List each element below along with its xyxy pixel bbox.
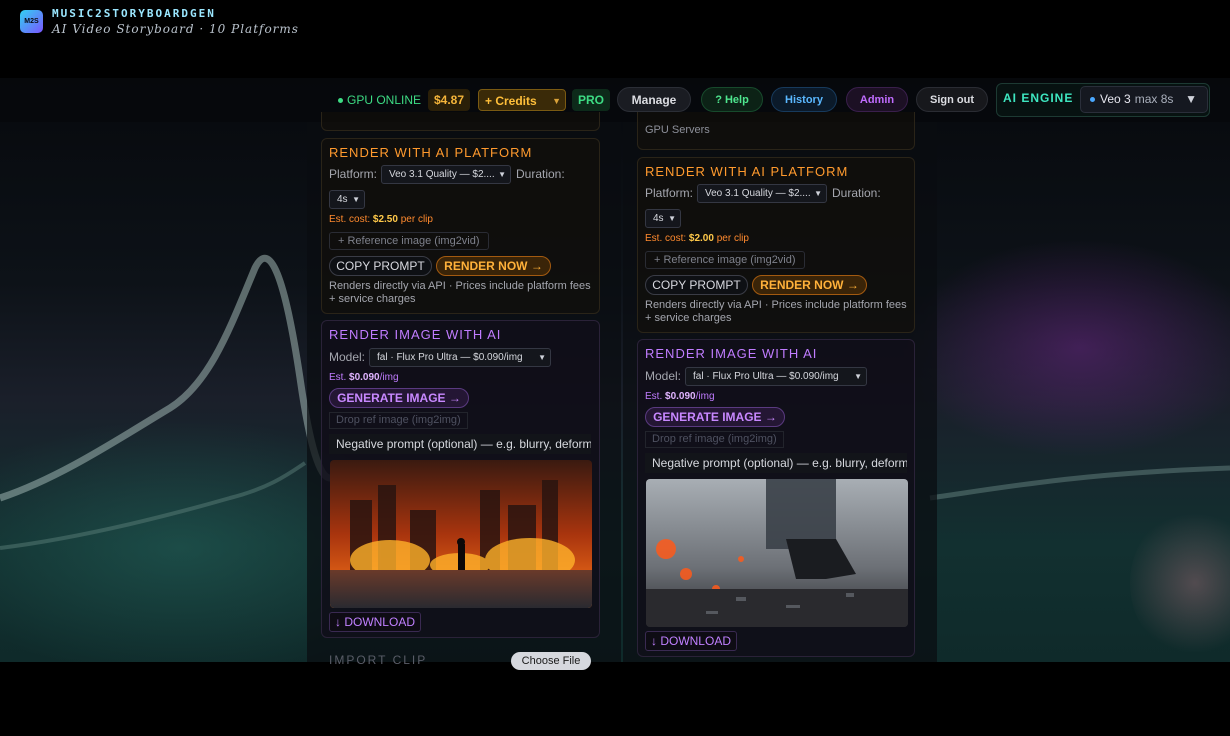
- estimated-cost: Est. cost: $2.00 per clip: [645, 233, 749, 244]
- estimated-image-cost: Est. $0.090/img: [645, 391, 715, 402]
- generate-image-button[interactable]: GENERATE IMAGE →: [329, 388, 469, 408]
- render-now-button[interactable]: RENDER NOW →: [436, 256, 551, 276]
- duration-value: 4s: [337, 194, 348, 205]
- render-note: Renders directly via API · Prices includ…: [645, 299, 907, 324]
- drop-ref-image-zone[interactable]: Drop ref image (img2img): [329, 412, 468, 429]
- chevron-down-icon: ▼: [1185, 92, 1197, 106]
- engine-dot-icon: [1090, 97, 1095, 103]
- copy-prompt-button[interactable]: COPY PROMPT: [329, 256, 432, 276]
- credits-select[interactable]: + Credits ▼: [478, 89, 566, 111]
- duration-select[interactable]: 4s ▼: [329, 190, 365, 209]
- negative-prompt-input[interactable]: Negative prompt (optional) — e.g. blurry…: [645, 453, 907, 473]
- logo-icon: M2S: [20, 10, 43, 33]
- estimated-cost: Est. cost: $2.50 per clip: [329, 214, 433, 225]
- render-now-button[interactable]: RENDER NOW →: [752, 275, 867, 295]
- gpu-status: GPU ONLINE: [338, 89, 421, 111]
- help-button[interactable]: ? Help: [701, 87, 763, 112]
- download-button[interactable]: ↓ DOWNLOAD: [329, 612, 421, 632]
- model-label: Model:: [329, 350, 366, 364]
- city-fire-image: [330, 460, 592, 608]
- balance-badge: $4.87: [428, 89, 471, 111]
- chevron-down-icon: ▼: [854, 372, 862, 381]
- render-platform-title: RENDER WITH AI PLATFORM: [645, 164, 849, 179]
- previous-card: [321, 112, 600, 131]
- manage-button[interactable]: Manage: [617, 87, 691, 112]
- negative-prompt-input[interactable]: Negative prompt (optional) — e.g. blurry…: [329, 434, 591, 454]
- model-value: fal · Flux Pro Ultra — $0.090/img: [693, 371, 839, 382]
- chevron-down-icon: ▼: [538, 353, 546, 362]
- render-image-title: RENDER IMAGE WITH AI: [645, 346, 818, 361]
- chevron-down-icon: ▼: [352, 195, 360, 204]
- chevron-down-icon: ▼: [552, 96, 561, 106]
- render-image-title: RENDER IMAGE WITH AI: [329, 327, 502, 342]
- duration-label: Duration:: [516, 167, 565, 181]
- platform-label: Platform:: [645, 186, 694, 200]
- status-dot-icon: [338, 98, 343, 104]
- sign-out-button[interactable]: Sign out: [916, 87, 988, 112]
- admin-button[interactable]: Admin: [846, 87, 908, 112]
- model-value: fal · Flux Pro Ultra — $0.090/img: [377, 352, 523, 363]
- engine-model: Veo 3: [1100, 92, 1131, 106]
- ai-engine-select[interactable]: Veo 3 max 8s ▼: [1080, 86, 1208, 113]
- generate-image-button[interactable]: GENERATE IMAGE →: [645, 407, 785, 427]
- choose-file-button[interactable]: Choose File: [511, 652, 591, 670]
- letterbox-bottom: [0, 662, 1230, 736]
- app-title: MUSIC2STORYBOARDGEN: [52, 7, 216, 20]
- duration-select[interactable]: 4s ▼: [645, 209, 681, 228]
- app-subtitle: AI Video Storyboard · 10 Platforms: [52, 22, 299, 36]
- ai-engine-label: AI ENGINE: [1003, 91, 1074, 105]
- platform-value: Veo 3.1 Quality — $2....: [389, 169, 495, 180]
- platform-select[interactable]: Veo 3.1 Quality — $2.... ▼: [697, 184, 827, 203]
- model-select[interactable]: fal · Flux Pro Ultra — $0.090/img ▼: [369, 348, 551, 367]
- model-select[interactable]: fal · Flux Pro Ultra — $0.090/img ▼: [685, 367, 867, 386]
- chevron-down-icon: ▼: [668, 214, 676, 223]
- copy-prompt-button[interactable]: COPY PROMPT: [645, 275, 748, 295]
- reference-image-button[interactable]: + Reference image (img2vid): [329, 232, 489, 250]
- render-note: Renders directly via API · Prices includ…: [329, 280, 591, 305]
- gpu-servers-label: GPU Servers: [645, 124, 710, 136]
- import-clip-label: IMPORT CLIP: [329, 653, 428, 667]
- credits-label: + Credits: [485, 94, 537, 108]
- chevron-down-icon: ▼: [498, 170, 506, 179]
- platform-value: Veo 3.1 Quality — $2....: [705, 188, 811, 199]
- model-label: Model:: [645, 369, 682, 383]
- platform-select[interactable]: Veo 3.1 Quality — $2.... ▼: [381, 165, 511, 184]
- download-button[interactable]: ↓ DOWNLOAD: [645, 631, 737, 651]
- platform-label: Platform:: [329, 167, 378, 181]
- duration-value: 4s: [653, 213, 664, 224]
- history-button[interactable]: History: [771, 87, 837, 112]
- pro-badge: PRO: [572, 89, 611, 111]
- reference-image-button[interactable]: + Reference image (img2vid): [645, 251, 805, 269]
- engine-max-duration: max 8s: [1134, 92, 1174, 106]
- boots-rubble-image: [646, 479, 908, 627]
- estimated-image-cost: Est. $0.090/img: [329, 372, 399, 383]
- generated-image-boots-rubble: [646, 479, 908, 627]
- render-platform-title: RENDER WITH AI PLATFORM: [329, 145, 533, 160]
- duration-label: Duration:: [832, 186, 881, 200]
- generated-image-city-fire: [330, 460, 592, 608]
- gpu-status-label: GPU ONLINE: [347, 93, 422, 107]
- chevron-down-icon: ▼: [814, 189, 822, 198]
- drop-ref-image-zone[interactable]: Drop ref image (img2img): [645, 431, 784, 448]
